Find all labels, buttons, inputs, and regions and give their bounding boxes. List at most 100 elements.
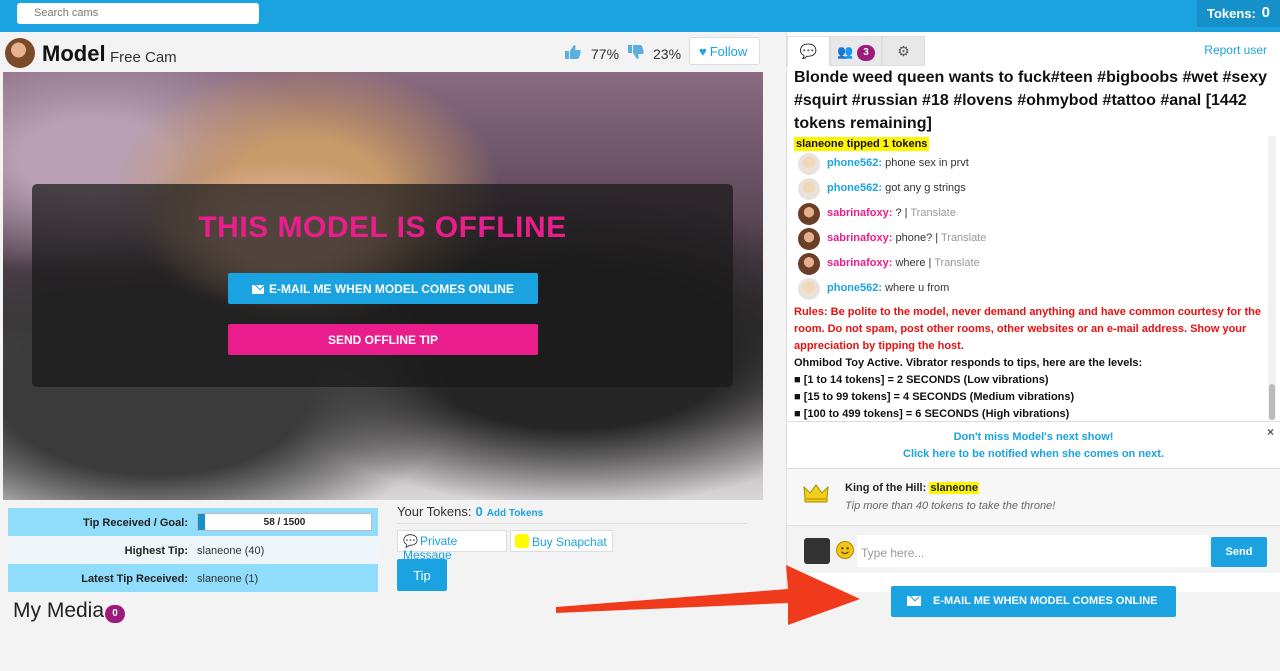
chat-username[interactable]: phone562: xyxy=(827,182,882,194)
like-percentage: 77% xyxy=(591,46,620,62)
your-tokens: Your Tokens: 0 Add Tokens xyxy=(397,504,543,519)
user-avatar xyxy=(798,228,820,250)
tokens-indicator[interactable]: Tokens: 0 xyxy=(1197,0,1280,27)
king-subtitle: Tip more than 40 tokens to take the thro… xyxy=(845,500,1056,512)
tip-goal-text: 58 / 1500 xyxy=(263,517,306,528)
tip-stats: Tip Received / Goal: 58 / 1500 Highest T… xyxy=(8,508,378,592)
tokens-value: 0 xyxy=(1261,4,1270,21)
my-media-title: My Media xyxy=(13,599,105,622)
gears-icon: ⚙ xyxy=(897,43,910,59)
toy-level: ■ [1 to 14 tokens] = 2 SECONDS (Low vibr… xyxy=(794,374,1049,386)
video-player[interactable]: THIS MODEL IS OFFLINE E-MAIL ME WHEN MOD… xyxy=(3,72,763,500)
latest-tip-label: Latest Tip Received: xyxy=(81,573,188,585)
user-avatar xyxy=(798,153,820,175)
king-of-hill: King of the Hill: slaneone Tip more than… xyxy=(787,468,1280,524)
private-message-button[interactable]: 💬 Private Message xyxy=(397,530,507,562)
notify-line-1: Don't miss Model's next show! xyxy=(953,431,1114,443)
toy-level: ■ [100 to 499 tokens] = 6 SECONDS (High … xyxy=(794,408,1070,420)
chat-message: sabrinafoxy: ? | Translate xyxy=(794,201,1270,226)
room-rules: Rules: Be polite to the model, never dem… xyxy=(794,306,1261,352)
tip-goal-progress: 58 / 1500 xyxy=(197,513,372,531)
envelope-icon xyxy=(252,285,265,294)
king-label: King of the Hill: xyxy=(845,482,927,494)
email-notify-label: E-MAIL ME WHEN MODEL COMES ONLINE xyxy=(269,282,514,296)
chat-username[interactable]: phone562: xyxy=(827,157,882,169)
chat-scrollbar[interactable] xyxy=(1268,136,1276,420)
user-avatar xyxy=(798,278,820,300)
chat-message: sabrinafoxy: phone? | Translate xyxy=(794,226,1270,251)
follow-label: Follow xyxy=(709,44,748,59)
search-input[interactable]: Search cams xyxy=(17,3,259,24)
email-notify-bottom-button[interactable]: E-MAIL ME WHEN MODEL COMES ONLINE xyxy=(891,586,1176,617)
chat-bubble-icon: 💬 xyxy=(403,534,418,548)
highest-tip-label: Highest Tip: xyxy=(124,545,188,557)
users-count-badge: 3 xyxy=(857,45,876,61)
tab-settings[interactable]: ⚙ xyxy=(882,36,925,66)
close-icon[interactable]: × xyxy=(1267,424,1274,441)
add-tokens-link[interactable]: Add Tokens xyxy=(487,508,543,519)
chat-username[interactable]: sabrinafoxy: xyxy=(827,257,892,269)
tab-users[interactable]: 👥 3 xyxy=(830,36,882,66)
toy-intro: Ohmibod Toy Active. Vibrator responds to… xyxy=(794,357,1143,369)
dislike-percentage: 23% xyxy=(653,46,682,62)
cam-type-label: Free Cam xyxy=(110,49,177,66)
thumbs-down-icon[interactable] xyxy=(628,45,644,59)
user-avatar xyxy=(798,203,820,225)
your-tokens-label: Your Tokens: xyxy=(397,504,472,519)
tip-button[interactable]: Tip xyxy=(397,559,447,591)
translate-link[interactable]: Translate xyxy=(910,207,955,219)
chat-panel: 💬 👥 3 ⚙ Report user Blonde weed queen wa… xyxy=(786,32,1280,592)
chat-username[interactable]: sabrinafoxy: xyxy=(827,232,892,244)
crown-icon xyxy=(803,484,829,503)
chat-text: where | xyxy=(895,257,935,269)
follow-button[interactable]: ♥ Follow xyxy=(689,37,760,65)
scrollbar-thumb[interactable] xyxy=(1269,384,1275,420)
king-title: King of the Hill: slaneone xyxy=(845,482,980,494)
chat-username[interactable]: phone562: xyxy=(827,282,882,294)
chat-input[interactable]: Type here... xyxy=(857,535,1209,567)
avatar[interactable] xyxy=(5,38,35,68)
chat-messages[interactable]: slaneone tipped 1 tokens phone562: phone… xyxy=(794,136,1270,420)
chat-text: phone? | xyxy=(895,232,941,244)
model-name: Model xyxy=(42,41,106,66)
tip-goal-label: Tip Received / Goal: xyxy=(83,517,188,529)
your-tokens-value: 0 xyxy=(475,504,483,519)
offline-overlay: THIS MODEL IS OFFLINE E-MAIL ME WHEN MOD… xyxy=(32,184,733,387)
buy-snapchat-label: Buy Snapchat xyxy=(532,535,607,549)
latest-tip-row: Latest Tip Received: slaneone (1) xyxy=(8,564,378,592)
chat-message: phone562: where u from xyxy=(794,276,1270,301)
highest-tip-row: Highest Tip: slaneone (40) xyxy=(8,536,378,564)
chat-text: phone sex in prvt xyxy=(885,157,969,169)
translate-link[interactable]: Translate xyxy=(941,232,986,244)
buy-snapchat-button[interactable]: Buy Snapchat xyxy=(510,530,613,552)
toy-level: ■ [15 to 99 tokens] = 4 SECONDS (Medium … xyxy=(794,391,1075,403)
report-user-link[interactable]: Report user xyxy=(1204,43,1267,57)
email-notify-bottom-label: E-MAIL ME WHEN MODEL COMES ONLINE xyxy=(933,595,1158,607)
user-avatar xyxy=(798,178,820,200)
chat-text: got any g strings xyxy=(885,182,966,194)
king-username[interactable]: slaneone xyxy=(929,482,980,494)
notify-line-2[interactable]: Click here to be notified when she comes… xyxy=(787,446,1280,463)
tip-goal-row: Tip Received / Goal: 58 / 1500 xyxy=(8,508,378,536)
chat-text: ? | xyxy=(895,207,911,219)
notify-banner[interactable]: × Don't miss Model's next show! Click he… xyxy=(787,421,1280,467)
chat-message: sabrinafoxy: where | Translate xyxy=(794,251,1270,276)
smiley-icon[interactable] xyxy=(836,541,854,559)
media-count-badge: 0 xyxy=(105,605,125,623)
top-bar: Search cams Tokens: 0 xyxy=(0,0,1280,32)
red-arrow-icon xyxy=(556,565,860,625)
color-picker[interactable] xyxy=(804,538,830,564)
chat-bubbles-icon: 💬 xyxy=(799,43,818,59)
send-offline-tip-button[interactable]: SEND OFFLINE TIP xyxy=(228,324,538,355)
divider xyxy=(397,523,747,524)
chat-message: phone562: got any g strings xyxy=(794,176,1270,201)
email-notify-button[interactable]: E-MAIL ME WHEN MODEL COMES ONLINE xyxy=(228,273,538,304)
translate-link[interactable]: Translate xyxy=(934,257,979,269)
tip-notice: slaneone tipped 1 tokens xyxy=(794,137,930,151)
tab-chat[interactable]: 💬 xyxy=(787,36,830,66)
send-button[interactable]: Send xyxy=(1211,537,1267,567)
thumbs-up-icon[interactable] xyxy=(565,45,581,59)
tokens-label: Tokens: xyxy=(1207,6,1256,21)
model-header: Model Free Cam 77% 23% ♥ Follow xyxy=(0,32,785,72)
chat-username[interactable]: sabrinafoxy: xyxy=(827,207,892,219)
